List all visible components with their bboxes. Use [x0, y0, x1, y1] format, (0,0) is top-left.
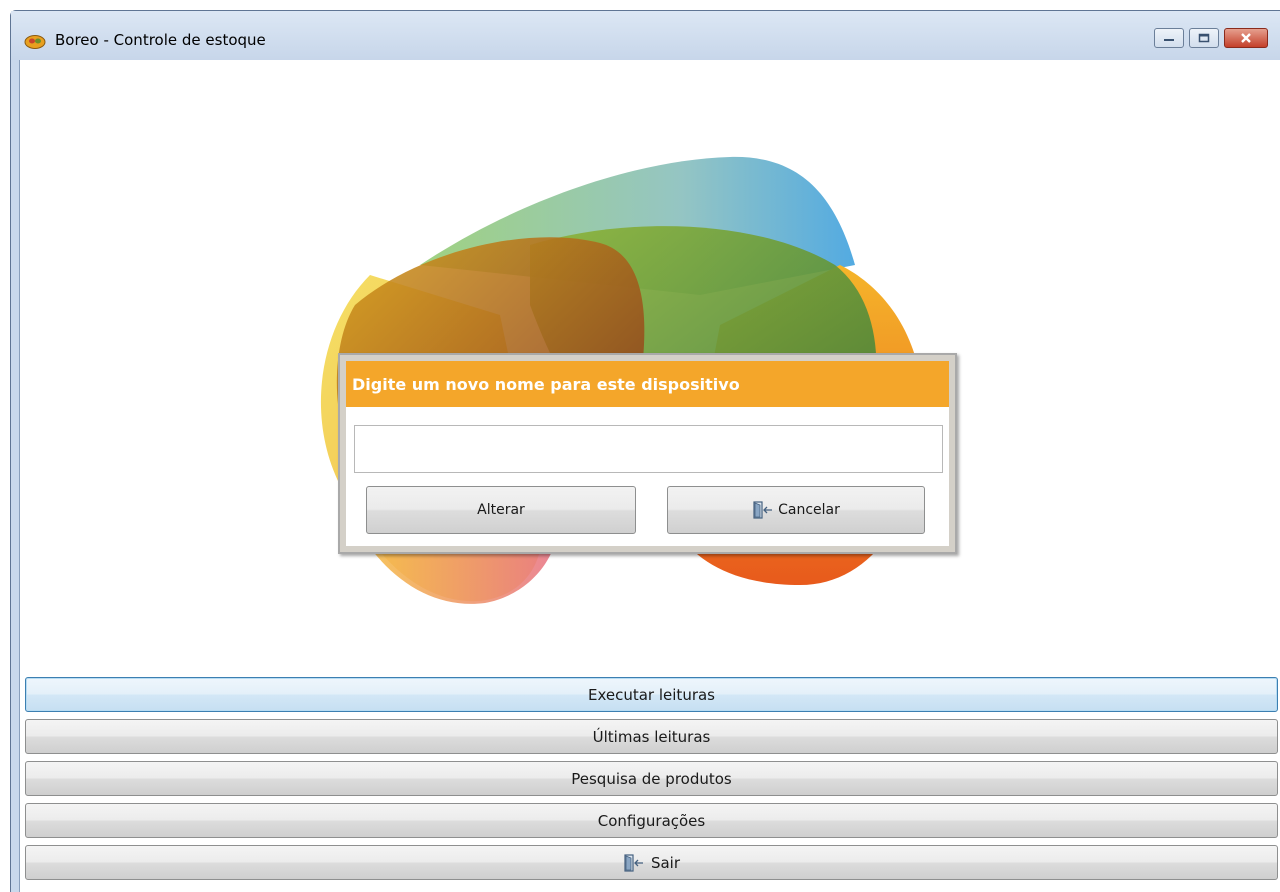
alterar-label: Alterar: [477, 502, 525, 518]
rename-device-dialog: Digite um novo nome para este dispositiv…: [338, 353, 957, 554]
app-logo-icon: [24, 35, 46, 49]
exit-door-icon: [753, 501, 773, 519]
ultimas-leituras-button[interactable]: Últimas leituras: [25, 719, 1278, 754]
close-icon: [1241, 33, 1251, 43]
configuracoes-button[interactable]: Configurações: [25, 803, 1278, 838]
cancelar-label: Cancelar: [778, 502, 840, 518]
configuracoes-label: Configurações: [597, 811, 706, 830]
cancelar-button[interactable]: Cancelar: [667, 486, 925, 534]
minimize-icon: [1164, 39, 1174, 41]
window-title: Boreo - Controle de estoque: [55, 31, 266, 49]
minimize-button[interactable]: [1154, 28, 1184, 48]
dialog-title: Digite um novo nome para este dispositiv…: [352, 375, 740, 394]
executar-leituras-label: Executar leituras: [587, 685, 715, 704]
title-bar[interactable]: Boreo - Controle de estoque: [11, 11, 1280, 60]
dialog-body: Digite um novo nome para este dispositiv…: [346, 361, 949, 546]
maximize-icon: [1198, 33, 1210, 43]
maximize-button[interactable]: [1189, 28, 1219, 48]
device-name-input[interactable]: [354, 425, 943, 473]
alterar-button[interactable]: Alterar: [366, 486, 636, 534]
ultimas-leituras-label: Últimas leituras: [592, 727, 711, 746]
dialog-header: Digite um novo nome para este dispositiv…: [346, 361, 949, 407]
sair-label: Sair: [650, 853, 681, 872]
executar-leituras-button[interactable]: Executar leituras: [25, 677, 1278, 712]
sair-button[interactable]: Sair: [25, 845, 1278, 880]
pesquisa-produtos-button[interactable]: Pesquisa de produtos: [25, 761, 1278, 796]
exit-door-icon: [624, 853, 643, 872]
close-button[interactable]: [1224, 28, 1268, 48]
pesquisa-produtos-label: Pesquisa de produtos: [571, 769, 732, 788]
